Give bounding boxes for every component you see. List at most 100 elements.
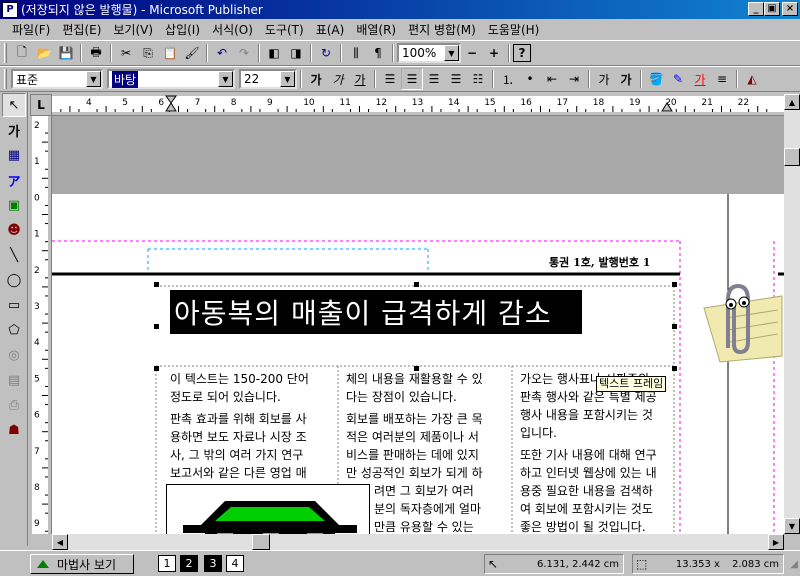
increase-indent-icon[interactable]: ⇥ (563, 68, 585, 90)
chevron-down-icon[interactable]: ▼ (444, 45, 459, 61)
menu-table[interactable]: 표(A) (310, 19, 351, 40)
menu-mail-merge[interactable]: 편지 병합(M) (402, 19, 482, 40)
zoom-out-icon[interactable]: − (461, 42, 483, 64)
form-control-icon[interactable]: ▤ (2, 368, 26, 392)
scroll-left-icon[interactable]: ◀ (52, 534, 68, 550)
line-icon[interactable]: ╲ (2, 243, 26, 267)
selection-handle[interactable] (672, 282, 677, 287)
page-tab-4[interactable]: 4 (226, 555, 244, 572)
line-color-icon[interactable]: ✎ (667, 68, 689, 90)
wordart-icon[interactable]: ア (2, 168, 26, 192)
fill-color-icon[interactable]: 🪣 (645, 68, 667, 90)
menu-format[interactable]: 서식(O) (206, 19, 259, 40)
scratch-area[interactable] (52, 116, 784, 194)
toolbar-grip[interactable] (4, 43, 7, 63)
toolbar-grip[interactable] (4, 69, 7, 89)
bring-to-front-icon[interactable]: ◧ (263, 42, 285, 64)
scroll-up-icon[interactable]: ▲ (784, 94, 800, 110)
rectangle-icon[interactable]: ▭ (2, 293, 26, 317)
menu-help[interactable]: 도움말(H) (482, 19, 546, 40)
text-column-3[interactable]: 가오는 행사표나 시판주의 판촉 행사와 같은 특별 제공 행사 내용을 포함시… (520, 370, 680, 534)
justify-icon[interactable]: ☰ (445, 68, 467, 90)
chevron-down-icon[interactable]: ▼ (86, 71, 101, 87)
decrease-font-size-icon[interactable]: 가 (593, 68, 615, 90)
design-gallery-icon[interactable]: ☗ (2, 418, 26, 442)
print-icon[interactable]: 🖶 (85, 42, 107, 64)
line-style-icon[interactable]: ≡ (711, 68, 733, 90)
zoom-select[interactable]: 100% ▼ (397, 43, 461, 63)
document-workspace[interactable]: 통권 1호, 발행번호 1 아동복의 매출이 급격하게 감소 이 텍스트는 15… (52, 116, 784, 534)
rotate-icon[interactable]: ↻ (315, 42, 337, 64)
send-to-back-icon[interactable]: ◨ (285, 42, 307, 64)
selection-handle[interactable] (154, 366, 159, 371)
html-fragment-icon[interactable]: ⎙ (2, 393, 26, 417)
font-color-icon[interactable]: 가 (689, 68, 711, 90)
special-characters-icon[interactable]: ¶ (367, 42, 389, 64)
scroll-thumb[interactable] (784, 148, 800, 166)
masthead-issue-text[interactable]: 통권 1호, 발행번호 1 (549, 256, 650, 270)
shadow-icon[interactable]: ◭ (741, 68, 763, 90)
pointer-icon[interactable]: ↖ (2, 93, 26, 117)
save-icon[interactable]: 💾 (55, 42, 77, 64)
text-column-1[interactable]: 이 텍스트는 150-200 단어 정도로 되어 있습니다. 판촉 효과를 위해… (170, 370, 334, 482)
picture-frame[interactable] (166, 484, 370, 534)
close-button[interactable]: × (782, 2, 798, 16)
table-frame-icon[interactable]: ▦ (2, 143, 26, 167)
vertical-ruler[interactable]: 21012345678910 (30, 116, 52, 565)
publication-page[interactable]: 통권 1호, 발행번호 1 아동복의 매출이 급격하게 감소 이 텍스트는 15… (52, 194, 784, 534)
italic-icon[interactable]: 가 (327, 68, 349, 90)
align-center-icon[interactable]: ☰ (401, 68, 423, 90)
page-tab-1[interactable]: 1 (158, 555, 176, 572)
cut-icon[interactable]: ✂ (115, 42, 137, 64)
oval-icon[interactable]: ◯ (2, 268, 26, 292)
office-assistant[interactable] (684, 278, 784, 368)
minimize-button[interactable]: _ (748, 2, 764, 16)
page-tab-2[interactable]: 2 (180, 555, 198, 572)
paste-icon[interactable]: 📋 (159, 42, 181, 64)
show-wizard-button[interactable]: 마법사 보기 (30, 554, 134, 574)
clip-gallery-icon[interactable]: ☻ (2, 218, 26, 242)
open-folder-icon[interactable]: 📂 (33, 42, 55, 64)
format-painter-icon[interactable]: 🖌 (181, 42, 203, 64)
horizontal-ruler[interactable]: 4 5 6 7 8 9 10 11 12 13 14 15 16 17 18 19 20 21 22 (52, 94, 784, 116)
scroll-right-icon[interactable]: ▶ (768, 534, 784, 550)
increase-font-size-icon[interactable]: 가 (615, 68, 637, 90)
page-tab-3[interactable]: 3 (204, 555, 222, 572)
maximize-button[interactable]: ▣ (764, 2, 780, 16)
copy-icon[interactable]: ⎘ (137, 42, 159, 64)
menu-edit[interactable]: 편집(E) (56, 19, 107, 40)
help-icon[interactable]: ? (513, 44, 531, 62)
undo-icon[interactable]: ↶ (211, 42, 233, 64)
ruler-origin[interactable]: L (30, 94, 52, 116)
vertical-scrollbar[interactable]: ▲ ▼ (784, 94, 800, 534)
menu-view[interactable]: 보기(V) (107, 19, 159, 40)
menu-insert[interactable]: 삽입(I) (159, 19, 206, 40)
picture-frame-icon[interactable]: ▣ (2, 193, 26, 217)
font-size-select[interactable]: 22 ▼ (239, 69, 297, 89)
guides-icon[interactable]: ⫼ (345, 42, 367, 64)
menu-arrange[interactable]: 배열(R) (350, 19, 402, 40)
publisher-icon[interactable]: P (2, 1, 18, 18)
bullets-icon[interactable]: • (519, 68, 541, 90)
style-select[interactable]: 표준 ▼ (11, 69, 103, 89)
text-frame-icon[interactable]: 가 (2, 118, 26, 142)
resize-grip-icon[interactable]: ◢ (790, 559, 798, 570)
numbering-icon[interactable]: ⒈ (497, 68, 519, 90)
horizontal-scrollbar[interactable]: ◀ ▶ (52, 534, 784, 550)
new-document-icon[interactable]: 🗋 (11, 42, 33, 64)
selection-handle[interactable] (154, 282, 159, 287)
zoom-in-icon[interactable]: + (483, 42, 505, 64)
selection-handle[interactable] (672, 324, 677, 329)
menu-file[interactable]: 파일(F) (6, 19, 56, 40)
custom-shapes-icon[interactable]: ⬠ (2, 318, 26, 342)
distribute-icon[interactable]: ☷ (467, 68, 489, 90)
text-column-2[interactable]: 체의 내용을 재활용할 수 있 다는 장점이 있습니다. 회보를 배포하는 가장… (346, 370, 508, 534)
hotspot-icon[interactable]: ◎ (2, 343, 26, 367)
headline-frame[interactable]: 아동복의 매출이 급격하게 감소 (170, 290, 582, 334)
chevron-down-icon[interactable]: ▼ (218, 71, 233, 87)
align-right-icon[interactable]: ☰ (423, 68, 445, 90)
bold-icon[interactable]: 가 (305, 68, 327, 90)
selection-handle[interactable] (414, 282, 419, 287)
scroll-thumb[interactable] (252, 534, 270, 550)
selection-handle[interactable] (154, 324, 159, 329)
